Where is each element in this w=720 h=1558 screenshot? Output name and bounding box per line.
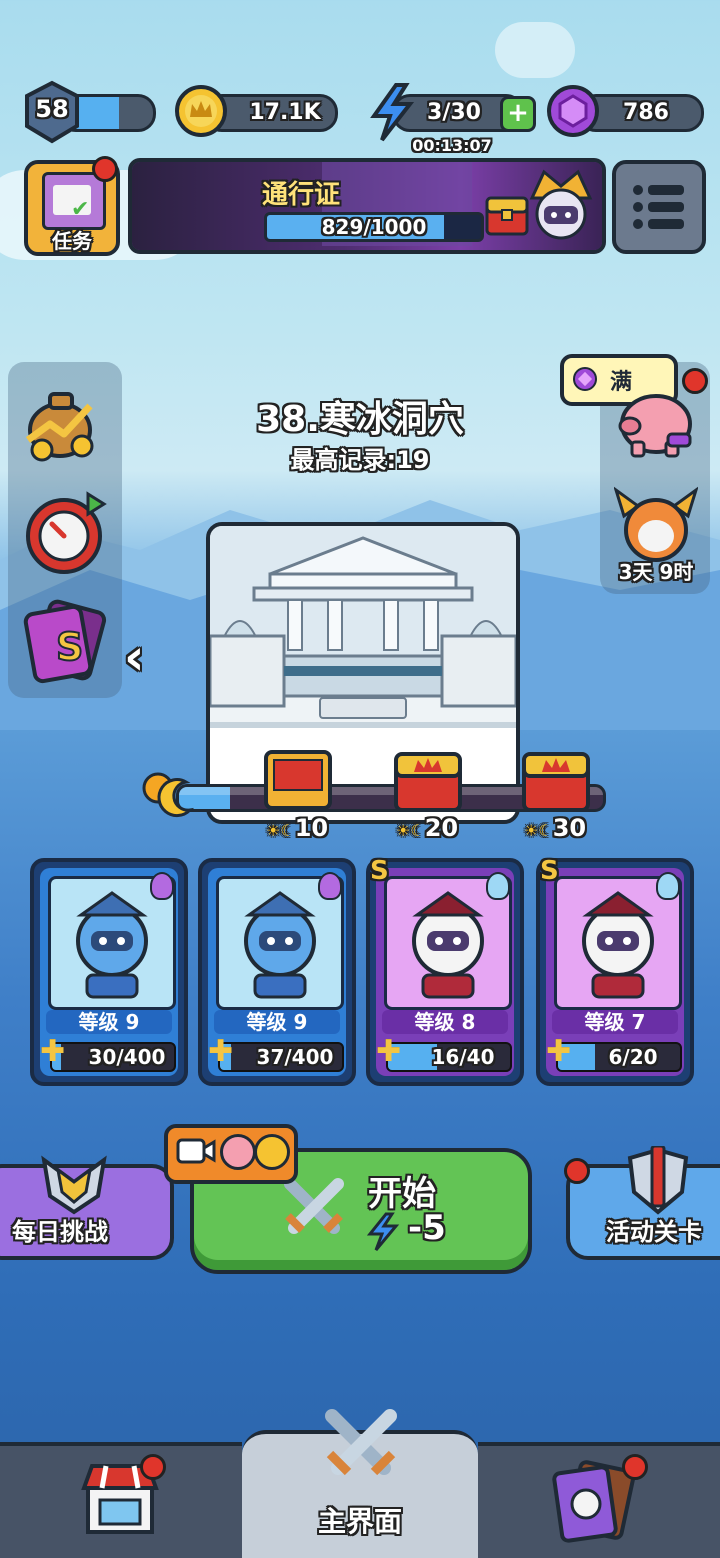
hero-card[interactable]: 等级 9 37/400 ✚: [198, 858, 356, 1086]
gem-amount: 786: [623, 100, 669, 125]
potion-icon: [150, 872, 174, 900]
horned-boss-event-icon[interactable]: [614, 486, 698, 566]
milestone-label: ☀☾20: [396, 814, 459, 842]
battle-pass-banner[interactable]: 通行证 829/1000: [128, 158, 606, 254]
energy-amount: 3/30: [427, 100, 481, 125]
shield-badge-icon: [41, 1155, 107, 1215]
tasks-notification-dot: [92, 156, 118, 182]
tasks-label: 任务: [52, 229, 92, 253]
s-card-pack-icon[interactable]: S: [22, 598, 114, 686]
player-level: 58: [35, 95, 69, 123]
money-bag-growth-icon[interactable]: [20, 380, 106, 464]
svg-text:S: S: [56, 625, 83, 669]
gem-icon: [573, 367, 597, 391]
lightning-icon: [366, 1212, 400, 1251]
energy-timer: 00:13:07: [412, 136, 492, 155]
event-stage-label: 活动关卡: [606, 1218, 702, 1246]
daily-challenge-button[interactable]: 每日挑战: [0, 1155, 174, 1260]
gold-coin-icon: [175, 85, 227, 137]
milestone-chest-3-icon[interactable]: [520, 748, 592, 814]
rarity-badge: S: [540, 856, 559, 886]
water-drop-icon: [486, 872, 510, 900]
collapse-panel-arrow[interactable]: ‹: [124, 632, 145, 682]
hero-shard-progress: 37/400: [218, 1042, 344, 1072]
event-timer: 3天 9时: [618, 560, 694, 584]
day-night-icon: [142, 772, 195, 818]
start-cost: -5: [408, 1208, 446, 1248]
rarity-badge: S: [370, 856, 389, 886]
pass-title: 通行证: [262, 180, 341, 210]
menu-list-icon: [633, 185, 684, 229]
milestone-chest-2-icon[interactable]: [392, 748, 464, 814]
event-notification-dot: [564, 1158, 590, 1184]
add-energy-button[interactable]: +: [500, 96, 536, 132]
clipboard-icon: ✔: [42, 172, 106, 230]
hero-level: 等级 9: [46, 1010, 172, 1034]
stage-preview[interactable]: [206, 522, 520, 824]
puzzle-piece-icon: ✚: [208, 1034, 234, 1069]
water-drop-icon: [656, 872, 680, 900]
boost-icon: [220, 1134, 256, 1170]
hero-level: 等级 7: [552, 1010, 678, 1034]
lightning-icon: [370, 83, 415, 142]
hero-card[interactable]: 等级 7 6/20 ✚ S: [536, 856, 694, 1086]
hero-shard-count: 37/400: [256, 1045, 334, 1069]
stage-name: 38.寒冰洞穴: [256, 399, 464, 440]
milestone-label: ☀☾30: [524, 814, 587, 842]
puzzle-piece-icon: ✚: [40, 1034, 66, 1069]
main-tab[interactable]: 主界面: [242, 1409, 478, 1558]
hero-card[interactable]: 等级 9 30/400 ✚: [30, 858, 188, 1086]
cloud: [495, 22, 575, 78]
ice-temple-illustration: [210, 526, 516, 820]
hero-shard-progress: 30/400: [50, 1042, 176, 1072]
cards-notification-dot: [622, 1454, 648, 1480]
hero-level: 等级 9: [214, 1010, 340, 1034]
shop-tab[interactable]: [0, 1442, 242, 1558]
sword-shield-icon: [627, 1146, 689, 1215]
hero-level: 等级 8: [382, 1010, 508, 1034]
gold-amount: 17.1K: [249, 100, 321, 125]
potion-icon: [318, 872, 342, 900]
hero-card[interactable]: 等级 8 16/40 ✚ S: [366, 856, 524, 1086]
piggy-bank-icon[interactable]: [612, 386, 698, 460]
hero-shard-progress: 6/20: [556, 1042, 682, 1072]
gold-boost-icon: [254, 1134, 290, 1170]
milestone-label: ☀☾10: [266, 814, 329, 842]
cards-tab[interactable]: [478, 1442, 720, 1558]
main-tab-label: 主界面: [317, 1505, 402, 1538]
pass-progress-bar: 829/1000: [264, 212, 484, 242]
hero-shard-count: 30/400: [88, 1045, 166, 1069]
hero-shard-count: 16/40: [431, 1045, 495, 1069]
milestone-chest-1-icon[interactable]: [262, 748, 334, 814]
best-record: 最高记录:19: [290, 446, 430, 474]
crossed-swords-icon: [325, 1409, 397, 1476]
hero-shard-count: 6/20: [608, 1045, 658, 1069]
knight-character-icon: [529, 169, 593, 240]
speed-timer-icon[interactable]: [22, 490, 108, 576]
video-camera-icon: [176, 1138, 216, 1164]
menu-button[interactable]: [612, 160, 706, 254]
pass-progress-text: 829/1000: [321, 215, 427, 239]
shop-notification-dot: [140, 1454, 166, 1480]
hero-shard-progress: 16/40: [386, 1042, 512, 1072]
video-boost-button[interactable]: [164, 1124, 298, 1184]
event-stage-button[interactable]: 活动关卡: [566, 1146, 720, 1260]
puzzle-piece-icon: ✚: [546, 1034, 572, 1069]
gem-icon: [547, 85, 599, 137]
daily-challenge-label: 每日挑战: [12, 1218, 108, 1246]
puzzle-piece-icon: ✚: [376, 1034, 402, 1069]
